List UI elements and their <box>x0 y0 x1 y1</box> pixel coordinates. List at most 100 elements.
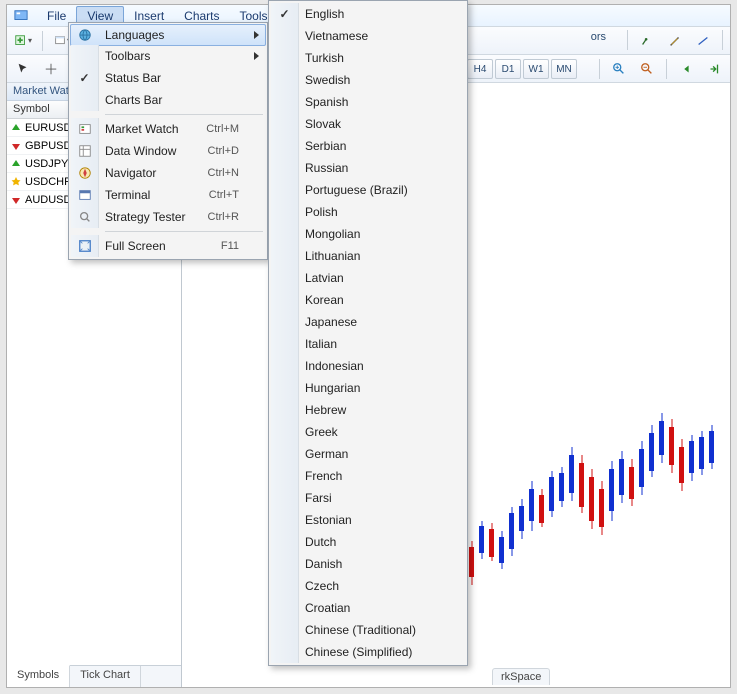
candlestick <box>598 481 605 535</box>
candlestick <box>668 419 675 473</box>
menu-item-market-watch[interactable]: Market WatchCtrl+M <box>71 118 265 140</box>
lang-item-chinese-simplified-[interactable]: Chinese (Simplified) <box>271 641 465 663</box>
lang-item-label: Russian <box>305 161 439 175</box>
menu-item-label: Strategy Tester <box>105 210 188 224</box>
lang-item-label: Portuguese (Brazil) <box>305 183 439 197</box>
check-icon <box>271 443 299 465</box>
lang-item-label: Chinese (Traditional) <box>305 623 439 637</box>
candlestick <box>508 507 515 556</box>
menu-item-shortcut: F11 <box>201 240 239 252</box>
candlestick <box>638 441 645 495</box>
check-icon <box>271 245 299 267</box>
timeframe-mn[interactable]: MN <box>551 59 577 79</box>
menu-item-toolbars[interactable]: Toolbars <box>71 45 265 67</box>
lang-item-label: Turkish <box>305 51 439 65</box>
check-icon <box>271 201 299 223</box>
check-icon <box>271 377 299 399</box>
cursor-tool[interactable] <box>11 58 35 80</box>
lang-item-croatian[interactable]: Croatian <box>271 597 465 619</box>
menu-divider <box>105 114 263 115</box>
lang-item-label: Japanese <box>305 315 439 329</box>
candlestick <box>568 447 575 501</box>
menu-item-languages[interactable]: Languages <box>70 24 266 46</box>
shift-chart-button[interactable] <box>702 58 726 80</box>
lang-item-farsi[interactable]: Farsi <box>271 487 465 509</box>
lang-item-lithuanian[interactable]: Lithuanian <box>271 245 465 267</box>
lang-item-label: Danish <box>305 557 439 571</box>
lang-item-chinese-traditional-[interactable]: Chinese (Traditional) <box>271 619 465 641</box>
draw-tool-1[interactable] <box>635 30 659 52</box>
lang-item-label: Slovak <box>305 117 439 131</box>
market-watch-tabs: Symbols Tick Chart <box>7 665 181 687</box>
candlestick <box>658 413 665 463</box>
lang-item-label: Indonesian <box>305 359 439 373</box>
draw-tool-2[interactable] <box>663 30 687 52</box>
lang-item-slovak[interactable]: Slovak <box>271 113 465 135</box>
check-icon <box>271 113 299 135</box>
separator <box>42 31 43 51</box>
lang-item-polish[interactable]: Polish <box>271 201 465 223</box>
lang-item-italian[interactable]: Italian <box>271 333 465 355</box>
lang-item-hungarian[interactable]: Hungarian <box>271 377 465 399</box>
draw-tool-3[interactable] <box>691 30 715 52</box>
lang-item-greek[interactable]: Greek <box>271 421 465 443</box>
crosshair-tool[interactable] <box>39 58 63 80</box>
menu-item-label: Status Bar <box>105 71 239 85</box>
timeframe-w1[interactable]: W1 <box>523 59 549 79</box>
symbol-name: USDCHF <box>25 176 71 188</box>
workspace-tab-partial[interactable]: rkSpace <box>492 668 550 685</box>
lang-item-label: Czech <box>305 579 439 593</box>
lang-item-serbian[interactable]: Serbian <box>271 135 465 157</box>
timeframe-h4[interactable]: H4 <box>467 59 493 79</box>
lang-item-hebrew[interactable]: Hebrew <box>271 399 465 421</box>
menu-item-navigator[interactable]: NavigatorCtrl+N <box>71 162 265 184</box>
menu-item-full-screen[interactable]: Full ScreenF11 <box>71 235 265 257</box>
lang-item-label: Hungarian <box>305 381 439 395</box>
symbol-name: EURUSD <box>25 122 71 134</box>
lang-item-japanese[interactable]: Japanese <box>271 311 465 333</box>
menu-item-terminal[interactable]: TerminalCtrl+T <box>71 184 265 206</box>
view-menu: LanguagesToolbars✓Status BarCharts Bar Ma… <box>68 22 268 260</box>
check-icon <box>271 91 299 113</box>
lang-item-danish[interactable]: Danish <box>271 553 465 575</box>
lang-item-german[interactable]: German <box>271 443 465 465</box>
check-icon <box>271 575 299 597</box>
timeframe-d1[interactable]: D1 <box>495 59 521 79</box>
lang-item-french[interactable]: French <box>271 465 465 487</box>
lang-item-indonesian[interactable]: Indonesian <box>271 355 465 377</box>
lang-item-korean[interactable]: Korean <box>271 289 465 311</box>
check-icon <box>271 487 299 509</box>
lang-item-vietnamese[interactable]: Vietnamese <box>271 25 465 47</box>
lang-item-label: Swedish <box>305 73 439 87</box>
menu-item-charts-bar[interactable]: Charts Bar <box>71 89 265 111</box>
scroll-end-button[interactable] <box>674 58 698 80</box>
lang-item-russian[interactable]: Russian <box>271 157 465 179</box>
menu-item-shortcut: Ctrl+N <box>188 167 239 179</box>
zoom-in-button[interactable] <box>607 58 631 80</box>
menu-item-shortcut: Ctrl+T <box>189 189 239 201</box>
new-chart-button[interactable]: ▾ <box>11 30 35 52</box>
tab-tick-chart[interactable]: Tick Chart <box>70 666 141 687</box>
lang-item-label: Korean <box>305 293 439 307</box>
lang-item-swedish[interactable]: Swedish <box>271 69 465 91</box>
lang-item-label: Croatian <box>305 601 439 615</box>
tab-symbols[interactable]: Symbols <box>7 665 70 687</box>
lang-item-label: Mongolian <box>305 227 439 241</box>
lang-item-latvian[interactable]: Latvian <box>271 267 465 289</box>
check-icon <box>271 135 299 157</box>
lang-item-english[interactable]: ✓English <box>271 3 465 25</box>
menu-item-data-window[interactable]: Data WindowCtrl+D <box>71 140 265 162</box>
lang-item-mongolian[interactable]: Mongolian <box>271 223 465 245</box>
menu-item-status-bar[interactable]: ✓Status Bar <box>71 67 265 89</box>
lang-item-portuguese-brazil-[interactable]: Portuguese (Brazil) <box>271 179 465 201</box>
lang-item-czech[interactable]: Czech <box>271 575 465 597</box>
check-icon <box>271 311 299 333</box>
lang-item-spanish[interactable]: Spanish <box>271 91 465 113</box>
zoom-out-button[interactable] <box>635 58 659 80</box>
menu-item-strategy-tester[interactable]: Strategy TesterCtrl+R <box>71 206 265 228</box>
lang-item-turkish[interactable]: Turkish <box>271 47 465 69</box>
lang-item-dutch[interactable]: Dutch <box>271 531 465 553</box>
check-icon <box>271 399 299 421</box>
blank-icon <box>71 45 99 67</box>
lang-item-estonian[interactable]: Estonian <box>271 509 465 531</box>
